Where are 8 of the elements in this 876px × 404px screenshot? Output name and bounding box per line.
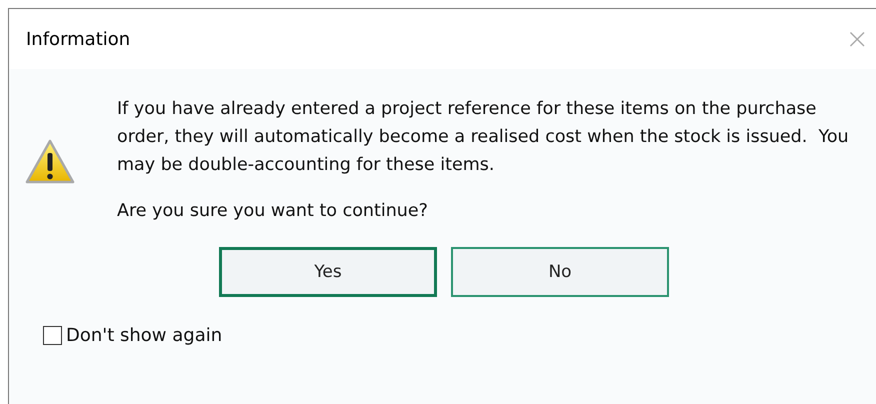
dialog-button[interactable]: No [451, 247, 669, 297]
warning-icon [25, 139, 75, 185]
window-title: Information [26, 28, 130, 50]
checkbox-label[interactable]: Don't show again [66, 325, 222, 346]
question-text: Are you sure you want to continue? [117, 200, 429, 223]
message-text: If you have already entered a project reference for these items on the purchase order, they will automatically become a realised cost when the stock is issued. You may be double-accounting for these items. [117, 98, 850, 177]
default-button[interactable]: Yes [219, 247, 437, 297]
checkbox[interactable] [43, 326, 62, 345]
